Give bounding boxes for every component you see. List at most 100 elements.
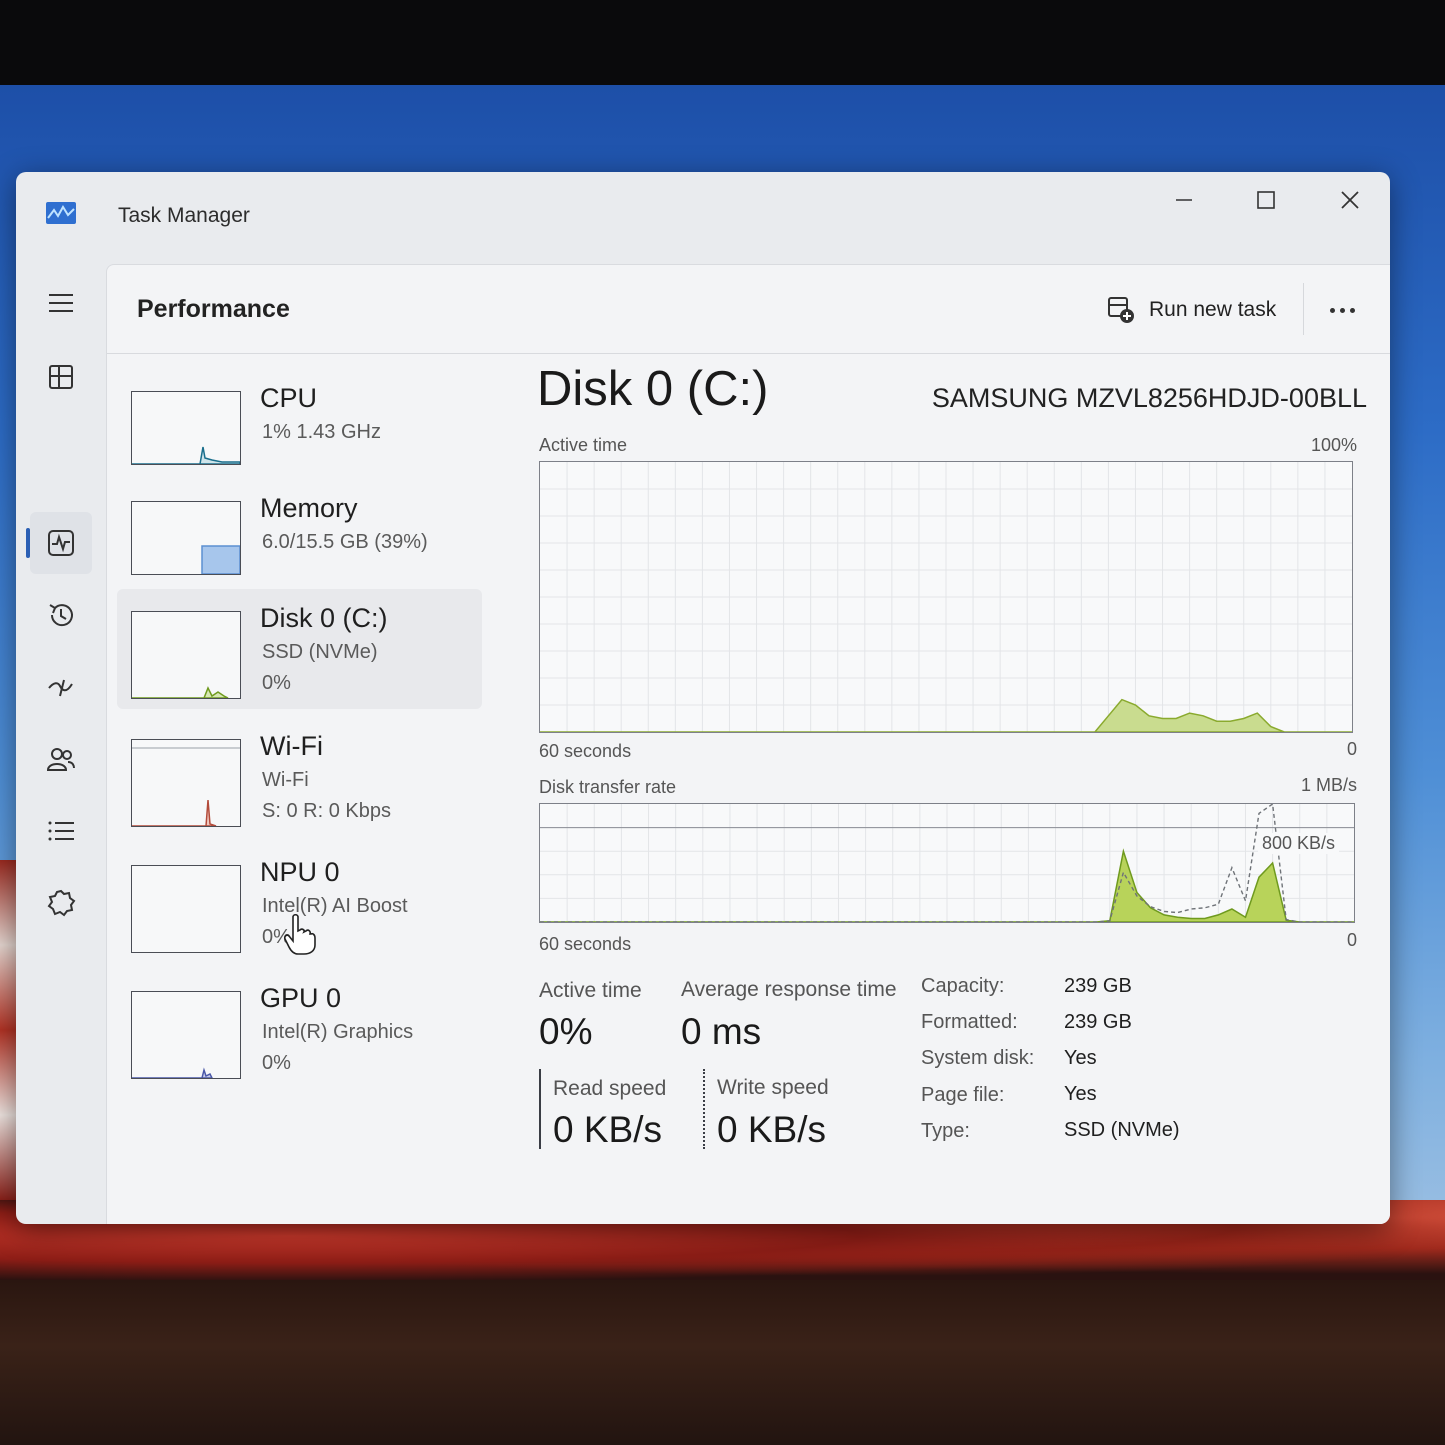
nav-users[interactable]	[30, 728, 92, 790]
main-content: Performance Run new task CPU 1% 1.43 GHz	[106, 264, 1390, 1224]
resource-disk[interactable]: Disk 0 (C:) SSD (NVMe) 0%	[117, 589, 482, 709]
resource-wifi[interactable]: Wi-Fi Wi-Fi S: 0 R: 0 Kbps	[117, 717, 482, 837]
nav-app-history[interactable]	[30, 584, 92, 646]
write-speed-label: Write speed	[717, 1076, 829, 1099]
page-header: Performance Run new task	[107, 265, 1390, 354]
cpu-mini-graph-svg	[132, 446, 240, 464]
resource-gpu[interactable]: GPU 0 Intel(R) Graphics 0%	[117, 969, 482, 1089]
title-bar[interactable]: Task Manager	[16, 172, 1390, 264]
property-value: Yes	[1064, 1083, 1097, 1105]
run-new-task-button[interactable]: Run new task	[1107, 287, 1276, 333]
read-speed-marker	[539, 1069, 541, 1149]
active-time-chart-min: 0	[1346, 739, 1357, 759]
resource-usage: 0%	[262, 1052, 291, 1074]
resource-usage: 0%	[262, 672, 291, 694]
maximize-button[interactable]	[1246, 190, 1286, 226]
transfer-rate-chart	[539, 803, 1355, 923]
write-speed-value: 0 KB/s	[717, 1109, 826, 1150]
more-options-button[interactable]	[1322, 295, 1362, 325]
resource-list: CPU 1% 1.43 GHz Memory 6.0/15.5 GB (39%)…	[107, 361, 492, 1221]
property-value: SSD (NVMe)	[1064, 1119, 1180, 1141]
minimize-icon	[1176, 199, 1192, 201]
transfer-rate-chart-mid: 800 KB/s	[1257, 833, 1339, 854]
nav-details[interactable]	[30, 800, 92, 862]
task-manager-window: Task Manager Performance Run new task CP…	[16, 172, 1390, 1224]
nav-processes[interactable]	[30, 346, 92, 408]
active-time-chart	[539, 461, 1353, 733]
gpu-mini-graph	[131, 991, 241, 1079]
memory-mini-graph	[131, 501, 241, 575]
hamburger-menu-button[interactable]	[30, 272, 92, 334]
disk-mini-graph-svg	[132, 686, 229, 698]
processes-icon	[49, 365, 73, 389]
transfer-rate-chart-label: Disk transfer rate	[539, 777, 677, 797]
gpu-mini-graph-svg	[132, 1067, 213, 1078]
services-icon	[47, 889, 76, 917]
active-time-chart-max: 100%	[1310, 435, 1357, 455]
active-time-chart-label: Active time	[539, 435, 628, 455]
npu-mini-graph-svg	[132, 866, 240, 952]
page-title: Performance	[137, 295, 290, 323]
users-icon	[46, 748, 75, 771]
wallpaper-ground	[0, 1280, 1445, 1445]
more-dot	[1349, 307, 1355, 313]
transfer-rate-chart-time: 60 seconds	[539, 934, 632, 954]
nav-performance[interactable]	[30, 512, 92, 574]
resource-name: GPU 0	[260, 983, 342, 1013]
active-time-chart-time: 60 seconds	[539, 741, 632, 761]
resource-name: CPU	[260, 383, 318, 413]
property-value: 239 GB	[1064, 1011, 1132, 1033]
disk-mini-graph	[131, 611, 241, 699]
maximize-icon	[1257, 191, 1275, 209]
disk-title: Disk 0 (C:)	[537, 362, 769, 416]
run-new-task-icon	[1108, 297, 1134, 323]
nav-services[interactable]	[30, 872, 92, 934]
npu-mini-graph	[131, 865, 241, 953]
memory-mini-graph-svg	[201, 545, 240, 574]
resource-name: Memory	[260, 493, 358, 523]
response-time-stat-label: Average response time	[681, 978, 897, 1001]
navigation-sidebar	[16, 264, 106, 1224]
property-key: Type:	[921, 1120, 970, 1142]
minimize-button[interactable]	[1164, 190, 1204, 226]
performance-icon	[48, 530, 74, 556]
cpu-mini-graph	[131, 391, 241, 465]
wifi-mini-graph-svg	[132, 747, 240, 826]
app-history-icon	[49, 604, 73, 627]
resource-detail: 6.0/15.5 GB (39%)	[262, 531, 428, 553]
task-manager-app-icon	[46, 202, 76, 224]
read-speed-value: 0 KB/s	[553, 1109, 662, 1150]
startup-apps-icon	[48, 679, 73, 697]
hamburger-menu-icon	[49, 294, 73, 312]
more-dot	[1329, 307, 1335, 313]
window-title: Task Manager	[118, 204, 250, 227]
transfer-rate-chart-min: 0	[1346, 930, 1357, 950]
disk-model: SAMSUNG MZVL8256HDJD-00BLL	[931, 383, 1367, 413]
resource-usage: S: 0 R: 0 Kbps	[262, 800, 391, 822]
resource-name: NPU 0	[260, 857, 340, 887]
active-time-chart-svg	[540, 462, 1352, 732]
property-key: Capacity:	[921, 975, 1005, 997]
property-value: Yes	[1064, 1047, 1097, 1069]
resource-detail: SSD (NVMe)	[262, 641, 378, 663]
close-icon	[1341, 191, 1359, 209]
wifi-mini-graph	[131, 739, 241, 827]
resource-memory[interactable]: Memory 6.0/15.5 GB (39%)	[117, 479, 482, 599]
resource-name: Wi-Fi	[260, 731, 323, 761]
resource-cpu[interactable]: CPU 1% 1.43 GHz	[117, 369, 482, 489]
disk-properties: Capacity: 239 GB Formatted: 239 GB Syste…	[921, 975, 1361, 1165]
transfer-rate-chart-svg	[540, 804, 1354, 922]
resource-name: Disk 0 (C:)	[260, 603, 388, 633]
property-key: System disk:	[921, 1047, 1035, 1069]
active-time-stat-label: Active time	[539, 979, 642, 1002]
transfer-rate-chart-max: 1 MB/s	[1300, 775, 1357, 795]
resource-detail: Intel(R) Graphics	[262, 1021, 414, 1043]
header-divider	[1303, 283, 1304, 335]
close-button[interactable]	[1330, 190, 1370, 226]
property-key: Page file:	[921, 1084, 1005, 1106]
active-time-stat-value: 0%	[539, 1011, 593, 1052]
details-icon	[48, 821, 74, 841]
resource-detail: Wi-Fi	[262, 769, 309, 791]
response-time-stat-value: 0 ms	[681, 1011, 762, 1052]
nav-startup-apps[interactable]	[30, 656, 92, 718]
